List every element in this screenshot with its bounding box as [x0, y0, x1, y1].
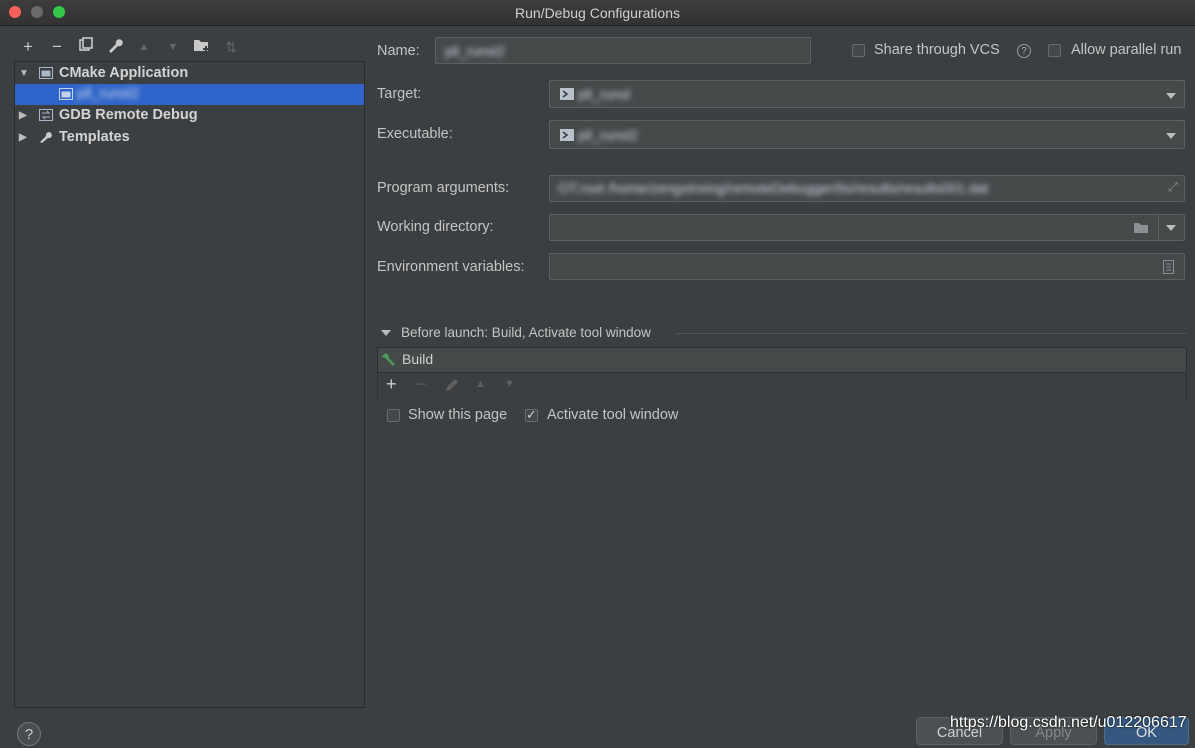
collapsed-arrow-icon[interactable]: ▶ — [19, 127, 31, 148]
name-value: pll_runsl2 — [445, 43, 505, 59]
document-icon[interactable] — [1163, 260, 1174, 274]
target-value: pll_runsl — [578, 86, 631, 102]
title-bar: Run/Debug Configurations — [0, 0, 1195, 26]
tree-item-label: pll_runsl2 — [77, 86, 140, 102]
executable-label: Executable: — [377, 126, 453, 142]
copy-icon — [79, 37, 93, 51]
tree-item-templates[interactable]: ▶ Templates — [15, 127, 364, 148]
executable-value: pll_runsl2 — [578, 127, 638, 143]
env-vars-label: Environment variables: — [377, 259, 525, 275]
working-dir-label: Working directory: — [377, 219, 494, 235]
allow-parallel-checkbox[interactable] — [1048, 44, 1061, 57]
folder-icon[interactable] — [1134, 222, 1150, 234]
working-dir-input[interactable] — [549, 214, 1185, 241]
target-label: Target: — [377, 86, 422, 102]
move-down-button[interactable]: ▼ — [163, 37, 183, 57]
expand-icon[interactable]: ⤢ — [1168, 179, 1178, 195]
add-config-button[interactable]: + — [18, 37, 38, 57]
copy-config-button[interactable] — [76, 37, 96, 57]
remove-task-button[interactable]: − — [416, 374, 427, 395]
program-args-value: OT.root /home/zengxinxing/remoteDebugger… — [558, 180, 989, 196]
config-tree: ▼ CMake Application pll_runsl2 ▶ GDB Rem… — [14, 61, 365, 708]
divider — [1158, 215, 1159, 240]
move-up-button[interactable]: ▲ — [134, 37, 154, 57]
executable-combobox[interactable]: pll_runsl2 — [549, 120, 1185, 149]
move-task-up-button[interactable]: ▲ — [475, 378, 486, 390]
tree-item-label: CMake Application — [59, 65, 189, 81]
wrench-icon — [109, 39, 123, 53]
collapsed-arrow-icon[interactable]: ▶ — [19, 105, 31, 126]
before-launch-collapse-icon[interactable] — [381, 330, 391, 336]
hammer-icon — [381, 353, 395, 366]
move-task-down-button[interactable]: ▼ — [504, 378, 515, 390]
before-launch-item[interactable]: Build — [378, 348, 1186, 372]
tree-item-gdb-remote-debug[interactable]: ▶ GDB Remote Debug — [15, 105, 364, 126]
separator — [676, 333, 1186, 334]
share-vcs-checkbox[interactable] — [852, 44, 865, 57]
before-launch-panel: Build + − ▲ ▼ — [377, 347, 1187, 399]
program-args-label: Program arguments: — [377, 180, 510, 196]
share-vcs-label: Share through VCS — [874, 42, 1000, 58]
activate-tool-window-label: Activate tool window — [547, 407, 679, 423]
before-launch-toolbar: + − ▲ ▼ — [378, 372, 1186, 399]
tree-item-label: Templates — [59, 129, 130, 145]
window-title: Run/Debug Configurations — [515, 5, 680, 21]
env-vars-input[interactable] — [549, 253, 1185, 280]
sort-button[interactable]: ⇅ — [221, 37, 241, 57]
help-button[interactable]: ? — [17, 722, 41, 746]
program-args-input[interactable]: OT.root /home/zengxinxing/remoteDebugger… — [549, 175, 1185, 202]
watermark-text: https://blog.csdn.net/u012206617 — [950, 714, 1187, 731]
gdb-remote-icon — [39, 109, 53, 121]
add-task-button[interactable]: + — [386, 374, 397, 395]
before-launch-item-label: Build — [402, 351, 434, 367]
tree-item-label: GDB Remote Debug — [59, 107, 198, 123]
pencil-icon[interactable] — [444, 378, 459, 393]
wrench-icon — [40, 132, 52, 143]
chevron-down-icon[interactable] — [1166, 93, 1176, 99]
allow-parallel-label: Allow parallel run — [1071, 42, 1182, 58]
target-combobox[interactable]: pll_runsl — [549, 80, 1185, 108]
folder-add-icon — [194, 40, 209, 52]
name-label: Name: — [377, 43, 420, 59]
show-page-label: Show this page — [408, 407, 508, 423]
cmake-app-icon — [59, 88, 73, 100]
tree-item-selected-config[interactable]: pll_runsl2 — [15, 84, 364, 105]
activate-tool-window-checkbox[interactable] — [525, 407, 538, 423]
before-launch-header: Before launch: Build, Activate tool wind… — [401, 325, 651, 340]
chevron-down-icon[interactable] — [1166, 133, 1176, 139]
expanded-arrow-icon[interactable]: ▼ — [19, 63, 31, 84]
edit-defaults-button[interactable] — [105, 37, 125, 57]
executable-icon — [560, 88, 574, 100]
new-folder-button[interactable] — [192, 37, 212, 57]
tree-item-cmake-application[interactable]: ▼ CMake Application — [15, 63, 364, 84]
help-icon[interactable]: ? — [1017, 44, 1031, 58]
show-page-checkbox[interactable] — [387, 409, 400, 422]
name-input[interactable]: pll_runsl2 — [435, 37, 811, 64]
executable-icon — [560, 129, 574, 141]
remove-config-button[interactable]: − — [47, 37, 67, 57]
cmake-app-icon — [39, 67, 53, 79]
chevron-down-icon[interactable] — [1166, 225, 1176, 231]
